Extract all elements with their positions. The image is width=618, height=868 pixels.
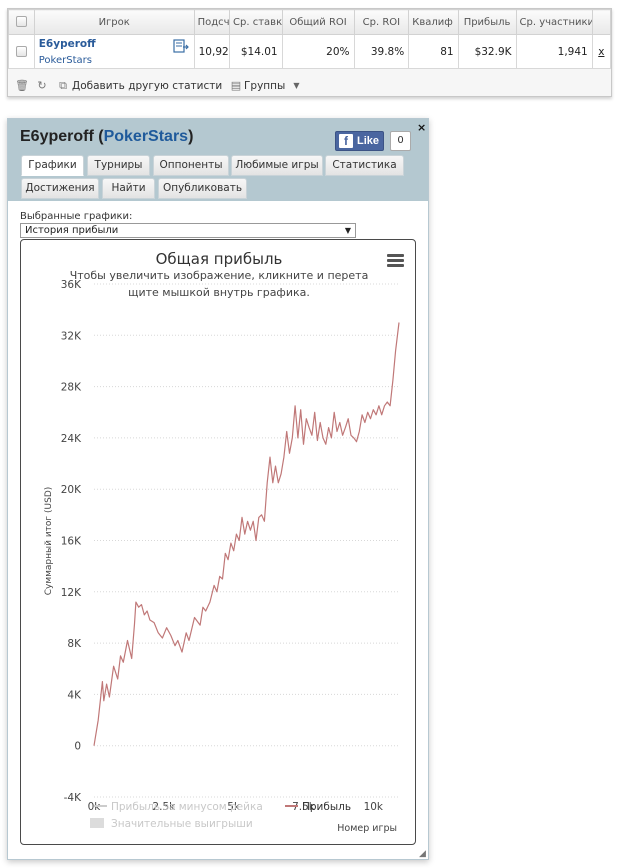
tab-favorite-games[interactable]: Любимые игры	[231, 155, 323, 176]
table-header-row: Игрок Подсч Ср. ставка Общий ROI Ср. ROI…	[8, 9, 612, 35]
player-name: Е6уperoff	[20, 128, 94, 145]
selected-charts-label: Выбранные графики:	[20, 211, 133, 222]
tab-find[interactable]: Найти	[102, 178, 155, 199]
player-site-link[interactable]: PokerStars	[39, 55, 190, 66]
resize-grip-icon[interactable]: ◢	[419, 849, 427, 859]
close-icon[interactable]: ×	[417, 121, 426, 134]
chart-subtitle-line-1: Чтобы увеличить изображение, кликните и …	[70, 269, 369, 282]
add-stats-button[interactable]: Добавить другую статистику	[72, 80, 222, 92]
chart-title: Общая прибыль	[156, 250, 283, 268]
site-link[interactable]: PokerStars	[104, 128, 189, 145]
count-cell: 10,92	[193, 34, 231, 69]
y-tick-label: 16K	[61, 536, 82, 548]
chart-subtitle-line-2: щите мышкой внутрь графика.	[128, 286, 310, 299]
window-header: Е6уperoff (PokerStars) f Like 0 × Графики…	[8, 119, 428, 201]
avg-field-cell: 1,941	[515, 34, 593, 69]
x-tick-label: 10k	[364, 801, 384, 813]
select-all-checkbox[interactable]	[8, 9, 35, 35]
facebook-like-button[interactable]: f Like	[335, 131, 384, 151]
notes-icon[interactable]	[173, 39, 189, 53]
player-cell: Е6уperoff PokerStars	[33, 34, 195, 69]
y-tick-label: 24K	[61, 433, 82, 445]
tab-tournaments[interactable]: Турниры	[87, 155, 150, 176]
remove-player-link[interactable]: x	[591, 34, 612, 69]
stats-toolbar: 🗑 ↻ ⧉ Добавить другую статистику ▤ Групп…	[8, 75, 611, 96]
y-tick-label: 32K	[61, 330, 82, 342]
y-tick-label: 12K	[61, 587, 82, 599]
refresh-icon[interactable]: ↻	[36, 79, 48, 92]
profit-cell: $32.9K	[457, 34, 517, 69]
facebook-icon: f	[339, 134, 353, 148]
stats-table: Игрок Подсч Ср. ставка Общий ROI Ср. ROI…	[8, 9, 612, 69]
y-tick-label: 4K	[67, 689, 82, 701]
tab-opponents[interactable]: Оппоненты	[153, 155, 229, 176]
y-axis-label: Суммарный итог (USD)	[44, 487, 54, 596]
col-header-avg-stake[interactable]: Ср. ставка	[229, 9, 283, 35]
chevron-down-icon[interactable]: ▼	[345, 224, 351, 237]
row-checkbox[interactable]	[8, 34, 35, 69]
checkbox-icon[interactable]	[15, 46, 27, 57]
menu-icon	[387, 264, 404, 267]
y-tick-label: -4K	[64, 792, 82, 804]
x-axis-label: Номер игры	[337, 823, 397, 834]
window-title: Е6уperoff (PokerStars)	[20, 128, 193, 146]
total-roi-cell: 20%	[281, 34, 355, 69]
title-paren-open: (	[93, 128, 104, 145]
tab-publish[interactable]: Опубликовать	[158, 178, 247, 199]
col-header-avg-field[interactable]: Ср. участники	[515, 9, 593, 35]
y-tick-label: 0	[74, 741, 81, 753]
table-row: Е6уperoff PokerStars 10,92 $14.01 20% 39…	[8, 34, 612, 69]
col-header-itm[interactable]: Квалиф	[408, 9, 459, 35]
tab-achievements[interactable]: Достижения	[21, 178, 99, 199]
series-line-profit	[93, 322, 400, 746]
copy-icon[interactable]: ⧉	[57, 79, 69, 92]
groups-dropdown[interactable]: Группы	[244, 80, 285, 92]
avg-stake-cell: $14.01	[229, 34, 283, 69]
legend-net-profit: Прибыль за минусом рейка	[111, 801, 263, 813]
stats-panel: Игрок Подсч Ср. ставка Общий ROI Ср. ROI…	[7, 8, 612, 97]
menu-icon	[387, 259, 404, 262]
chart-select-value: История прибыли	[25, 225, 119, 236]
col-header-avg-roi[interactable]: Ср. ROI	[353, 9, 410, 35]
menu-icon	[387, 254, 404, 257]
tab-statistics[interactable]: Статистика	[325, 155, 404, 176]
y-tick-label: 8K	[67, 638, 82, 650]
legend-big-wins: Значительные выигрыши	[111, 818, 253, 830]
itm-cell: 81	[408, 34, 459, 69]
profit-chart[interactable]: -4K04K8K12K16K20K24K28K32K36K0k2.5k5k7.5…	[20, 239, 416, 845]
col-header-empty	[591, 9, 612, 35]
col-header-player[interactable]: Игрок	[33, 9, 195, 35]
checkbox-icon[interactable]	[15, 16, 27, 28]
col-header-profit[interactable]: Прибыль	[457, 9, 517, 35]
chevron-down-icon[interactable]: ▼	[293, 81, 299, 90]
chart-select[interactable]: История прибыли ▼	[20, 223, 356, 238]
player-name-link[interactable]: Е6уperoff	[39, 38, 190, 50]
title-paren-close: )	[188, 128, 194, 145]
avg-roi-cell: 39.8%	[353, 34, 410, 69]
chart-svg[interactable]: -4K04K8K12K16K20K24K28K32K36K0k2.5k5k7.5…	[21, 240, 416, 845]
player-window: Е6уperoff (PokerStars) f Like 0 × Графики…	[7, 118, 429, 860]
y-tick-label: 20K	[61, 484, 82, 496]
like-count: 0	[390, 131, 411, 151]
col-header-total-roi[interactable]: Общий ROI	[281, 9, 355, 35]
facebook-like-label: Like	[357, 135, 380, 147]
trash-icon[interactable]: 🗑	[15, 79, 29, 92]
col-header-count[interactable]: Подсч	[193, 9, 231, 35]
legend-profit: Прибыль	[302, 801, 351, 813]
tab-charts[interactable]: Графики	[21, 155, 84, 176]
y-tick-label: 28K	[61, 382, 82, 394]
groups-icon: ▤	[230, 78, 242, 92]
legend-swatch-big-wins	[90, 818, 104, 828]
